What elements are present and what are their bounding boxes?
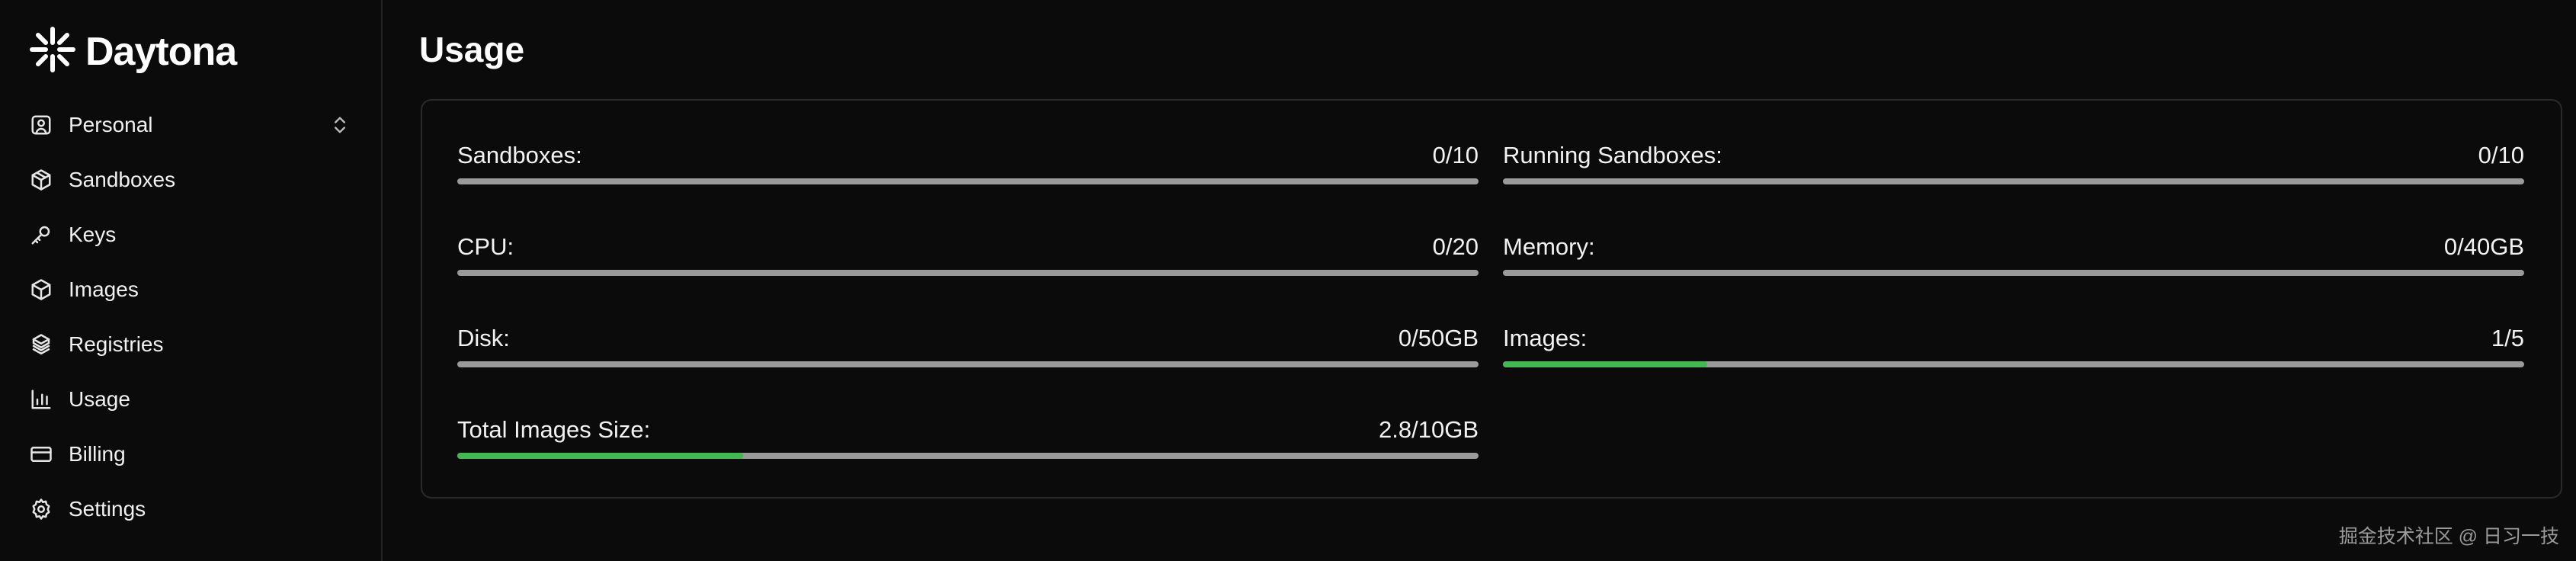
- logo[interactable]: Daytona: [29, 26, 237, 77]
- package-icon: [29, 277, 53, 302]
- gear-icon: [29, 497, 53, 521]
- sidebar-item-label: Sandboxes: [69, 168, 176, 191]
- metric-value: 0/10: [1432, 142, 1479, 168]
- sidebar-item-label: Images: [69, 277, 139, 301]
- app-name: Daytona: [85, 29, 237, 74]
- metric-running-sandboxes: Running Sandboxes: 0/10: [1503, 139, 2524, 184]
- sidebar-item-label: Billing: [69, 442, 126, 466]
- metric-value: 0/50GB: [1398, 325, 1479, 351]
- page-title: Usage: [419, 30, 525, 69]
- usage-progress-bar: [457, 453, 1479, 459]
- usage-progress-fill: [1503, 361, 1707, 367]
- daytona-logo-icon: [29, 26, 76, 77]
- credit-card-icon: [29, 442, 53, 466]
- usage-progress-bar: [457, 178, 1479, 184]
- sidebar-item-registries[interactable]: Registries: [0, 317, 381, 372]
- metric-label: Total Images Size:: [457, 416, 651, 443]
- usage-progress-bar: [457, 270, 1479, 276]
- sidebar-item-billing[interactable]: Billing: [0, 427, 381, 482]
- usage-progress-fill: [457, 453, 744, 459]
- sidebar-item-settings[interactable]: Settings: [0, 482, 381, 537]
- metric-label: Disk:: [457, 325, 510, 351]
- metric-value: 0/40GB: [2443, 233, 2524, 260]
- usage-card: Sandboxes: 0/10 Running Sandboxes: 0/10 …: [421, 99, 2562, 498]
- metric-total-images-size: Total Images Size: 2.8/10GB: [457, 413, 1479, 459]
- key-icon: [29, 223, 53, 247]
- sidebar: Daytona Personal Sandboxes Keys Images R…: [0, 0, 383, 561]
- bar-chart-icon: [29, 387, 53, 412]
- metric-value: 0/10: [2478, 142, 2524, 168]
- sidebar-item-label: Settings: [69, 497, 146, 521]
- box-icon: [29, 168, 53, 192]
- sidebar-nav: Personal Sandboxes Keys Images Registrie…: [0, 98, 381, 537]
- usage-progress-bar: [1503, 270, 2524, 276]
- chevrons-up-down-icon: [329, 114, 351, 136]
- app-root: Daytona Personal Sandboxes Keys Images R…: [0, 0, 2576, 561]
- metric-label: CPU:: [457, 233, 514, 260]
- watermark: 掘金技术社区 @ 日习一技: [2338, 526, 2559, 547]
- metric-label: Memory:: [1503, 233, 1595, 260]
- sidebar-item-sandboxes[interactable]: Sandboxes: [0, 152, 381, 207]
- metric-label: Running Sandboxes:: [1503, 142, 1722, 168]
- metric-value: 1/5: [2491, 325, 2524, 351]
- usage-progress-bar: [457, 361, 1479, 367]
- metric-value: 0/20: [1432, 233, 1479, 260]
- sidebar-item-keys[interactable]: Keys: [0, 207, 381, 262]
- metric-sandboxes: Sandboxes: 0/10: [457, 139, 1479, 184]
- workspace-switcher[interactable]: Personal: [0, 98, 381, 152]
- sidebar-item-usage[interactable]: Usage: [0, 372, 381, 427]
- sidebar-item-label: Keys: [69, 223, 117, 246]
- boxes-icon: [29, 332, 53, 357]
- user-square-icon: [29, 113, 53, 137]
- sidebar-item-label: Registries: [69, 332, 164, 356]
- metric-label: Images:: [1503, 325, 1588, 351]
- metric-value: 2.8/10GB: [1379, 416, 1479, 443]
- metric-cpu: CPU: 0/20: [457, 230, 1479, 276]
- metric-memory: Memory: 0/40GB: [1503, 230, 2524, 276]
- sidebar-item-label: Personal: [69, 113, 153, 136]
- sidebar-item-images[interactable]: Images: [0, 262, 381, 317]
- usage-progress-bar: [1503, 361, 2524, 367]
- metric-label: Sandboxes:: [457, 142, 582, 168]
- usage-progress-bar: [1503, 178, 2524, 184]
- main-content: Usage Sandboxes: 0/10 Running Sandboxes:…: [383, 0, 2576, 561]
- metric-images: Images: 1/5: [1503, 322, 2524, 367]
- sidebar-item-label: Usage: [69, 387, 130, 411]
- metric-disk: Disk: 0/50GB: [457, 322, 1479, 367]
